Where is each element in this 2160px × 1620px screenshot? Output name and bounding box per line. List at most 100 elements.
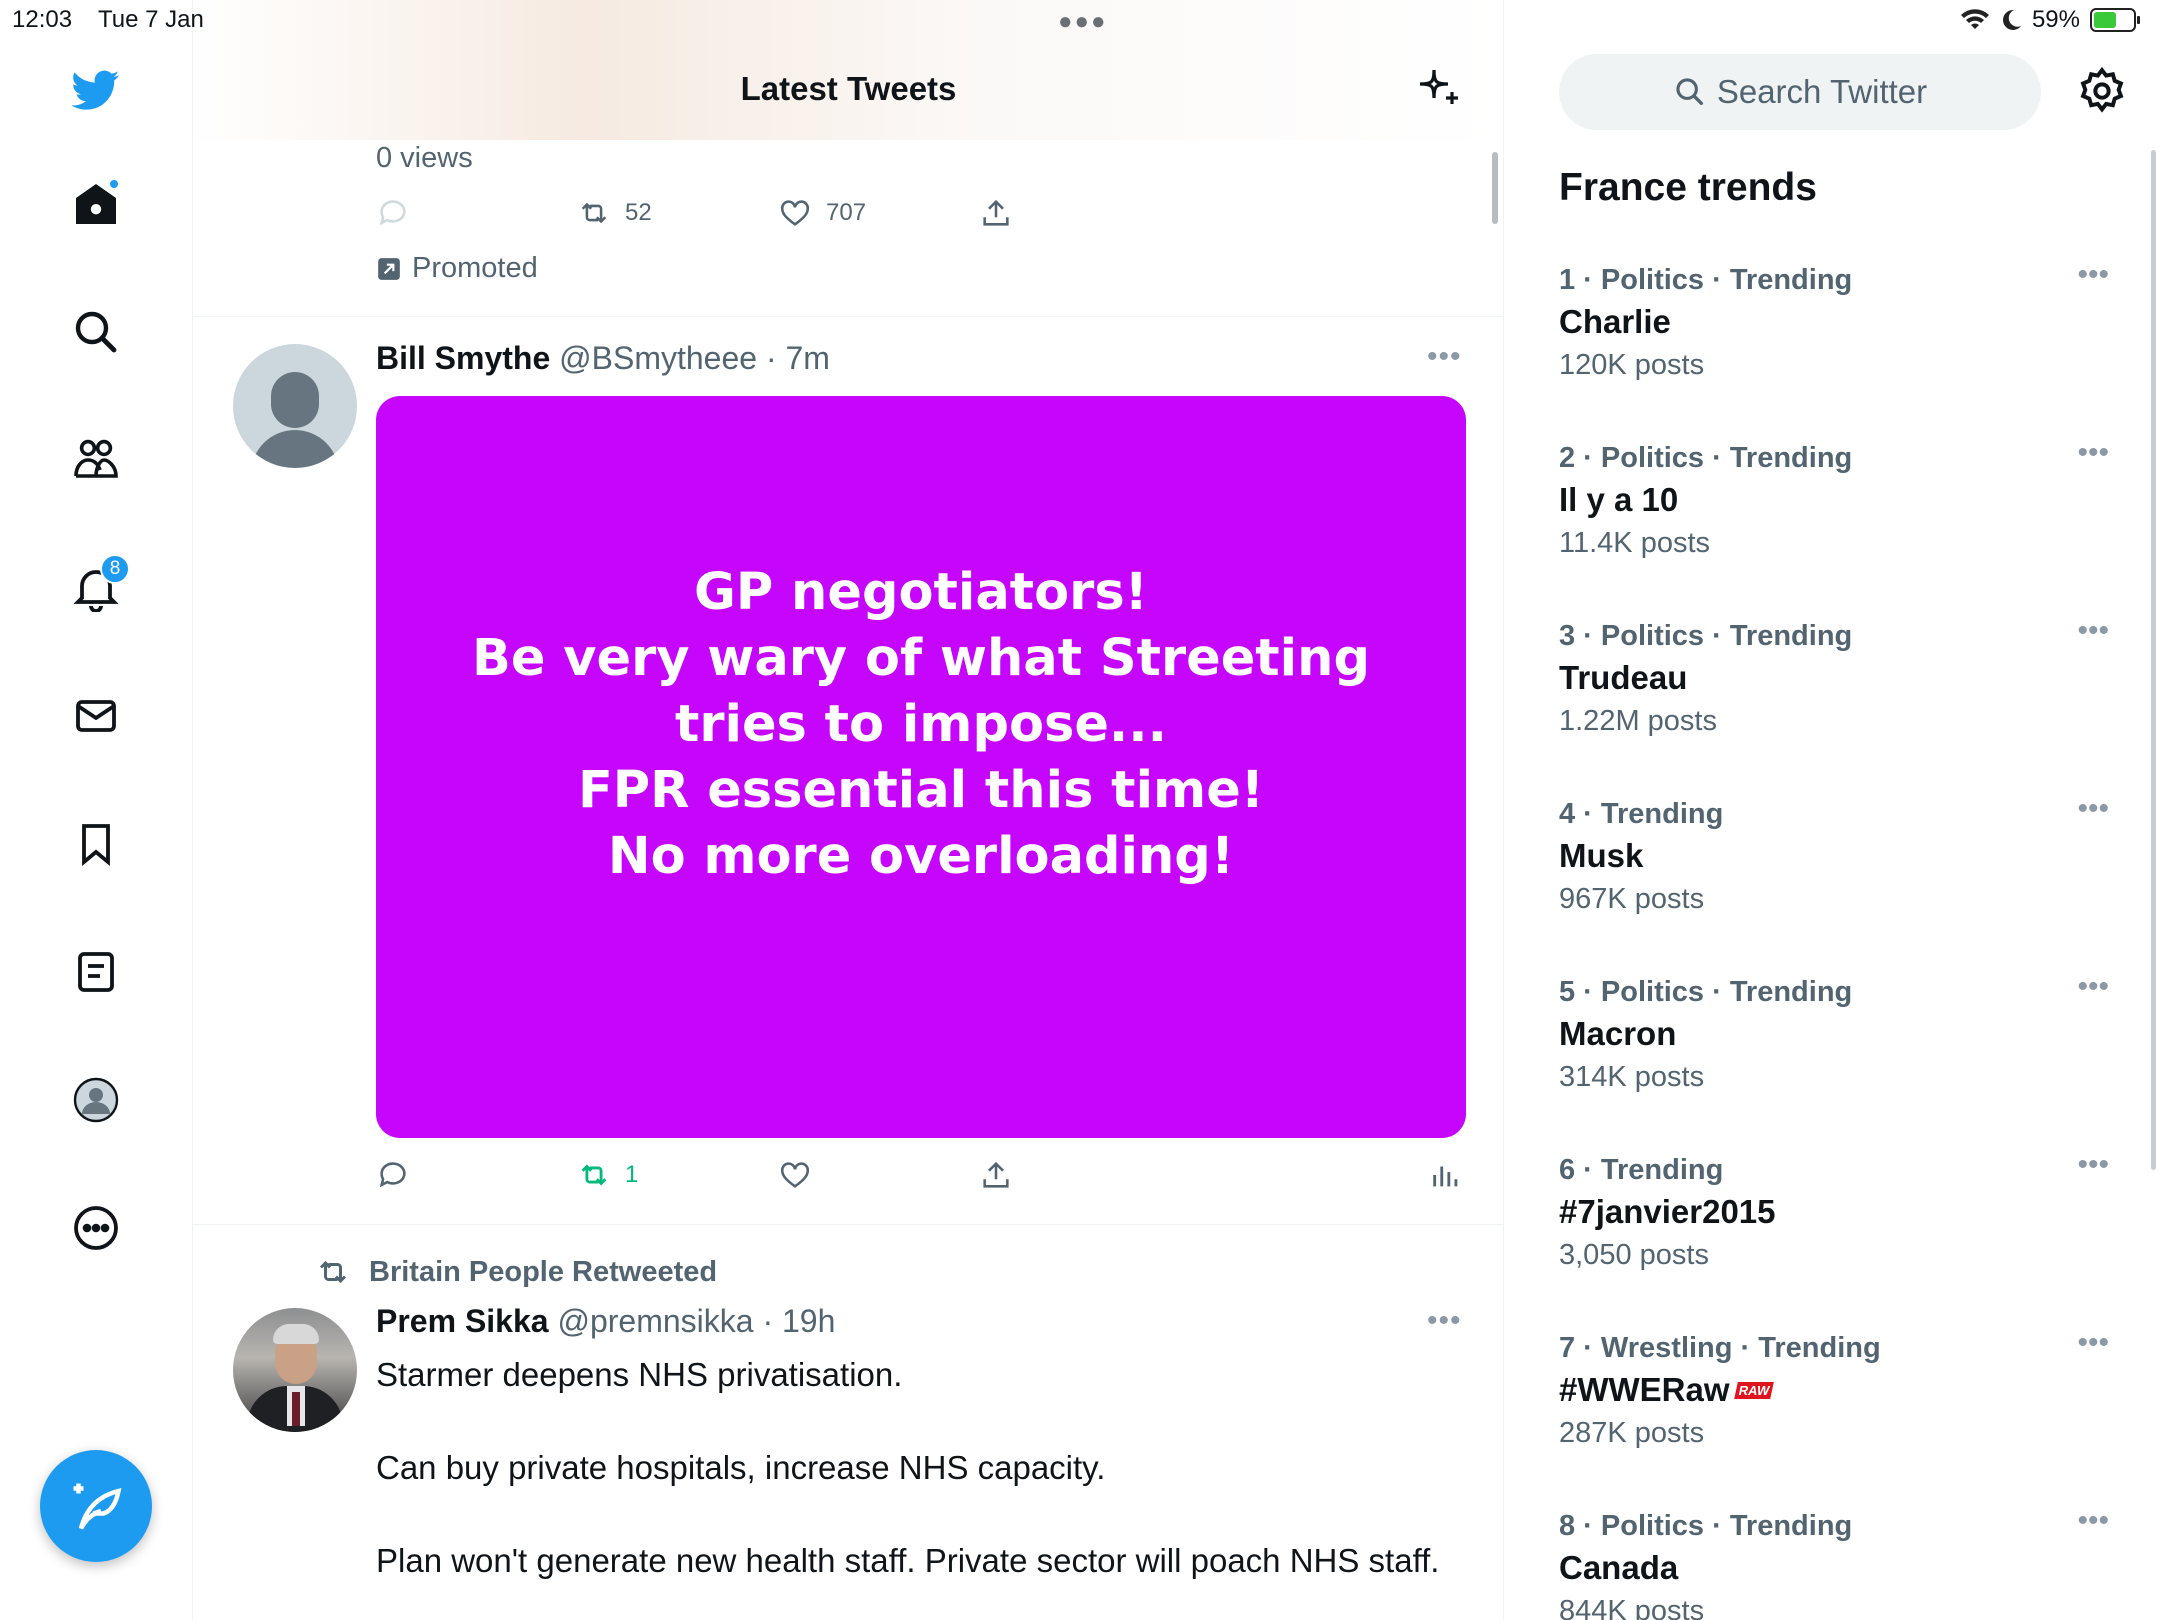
analytics-icon xyxy=(1433,1166,1458,1187)
author-name[interactable]: Prem Sikka xyxy=(376,1303,549,1339)
tweet-more-icon[interactable]: ••• xyxy=(1427,1304,1462,1338)
trend-item[interactable]: 8 · Politics · Trending Canada 844K post… xyxy=(1559,1504,2119,1620)
share-icon xyxy=(983,199,1009,226)
trend-posts: 844K posts xyxy=(1559,1595,1705,1620)
reply-button[interactable] xyxy=(376,196,410,230)
feather-plus-icon xyxy=(73,1483,122,1530)
trend-item[interactable]: 2 · Politics · Trending Il y a 10 11.4K … xyxy=(1559,436,2119,560)
trend-context: 7 · Wrestling · Trending xyxy=(1559,1332,1881,1364)
trend-name: Canada xyxy=(1559,1549,1679,1586)
search-input[interactable]: Search Twitter xyxy=(1559,54,2041,130)
trend-item[interactable]: 3 · Politics · Trending Trudeau 1.22M po… xyxy=(1559,614,2119,738)
wifi-icon xyxy=(1960,9,1989,30)
image-line: GP negotiators! xyxy=(694,563,1148,622)
tweet-time[interactable]: · 7m xyxy=(766,340,830,376)
raw-logo-icon: RAW xyxy=(1733,1381,1774,1399)
lists-icon[interactable] xyxy=(68,944,124,1000)
reply-button[interactable] xyxy=(376,1158,410,1192)
reply-icon xyxy=(379,1162,406,1188)
multitasking-dots-icon[interactable]: ●●● xyxy=(1058,8,1108,36)
trend-context: 3 · Politics · Trending xyxy=(1559,620,1853,652)
retweet-small-icon xyxy=(319,1260,347,1284)
communities-icon[interactable] xyxy=(68,432,124,488)
feed-scrollbar[interactable] xyxy=(1492,152,1498,224)
trend-posts: 11.4K posts xyxy=(1559,527,1711,559)
heart-icon xyxy=(780,1162,810,1188)
trend-more-icon[interactable]: ••• xyxy=(2077,970,2109,1004)
status-bar: 12:03 Tue 7 Jan ●●● 59% xyxy=(0,0,2160,40)
trend-more-icon[interactable]: ••• xyxy=(2077,1148,2109,1182)
avatar[interactable] xyxy=(233,1308,357,1432)
share-button[interactable] xyxy=(979,1158,1013,1192)
compose-tweet-button[interactable] xyxy=(40,1450,152,1562)
messages-icon[interactable] xyxy=(68,688,124,744)
search-nav-icon[interactable] xyxy=(68,304,124,360)
author-handle[interactable]: @premnsikka xyxy=(557,1303,753,1339)
home-unread-dot xyxy=(108,178,120,190)
more-icon[interactable] xyxy=(68,1200,124,1256)
tweet-more-icon[interactable]: ••• xyxy=(1427,340,1462,374)
tweet-time[interactable]: · 19h xyxy=(762,1303,835,1339)
trend-more-icon[interactable]: ••• xyxy=(2077,258,2109,292)
trend-more-icon[interactable]: ••• xyxy=(2077,792,2109,826)
trend-item[interactable]: 4 · Trending Musk 967K posts ••• xyxy=(1559,792,2119,916)
trend-posts: 967K posts xyxy=(1559,883,1705,915)
retweet-button[interactable]: 1 xyxy=(577,1158,638,1192)
trend-posts: 120K posts xyxy=(1559,349,1705,381)
battery-icon xyxy=(2090,8,2140,32)
sparkle-icon[interactable] xyxy=(1414,64,1462,112)
timeline-feed[interactable]: Latest Tweets 0 views 52 707 Promoted Bi… xyxy=(193,0,1504,1620)
sidebar-scrollbar[interactable] xyxy=(2151,150,2156,1170)
trend-context: 4 · Trending xyxy=(1559,798,1724,830)
trend-context: 6 · Trending xyxy=(1559,1154,1724,1186)
retweeted-by-label: Britain People Retweeted xyxy=(369,1255,718,1288)
trend-more-icon[interactable]: ••• xyxy=(2077,1504,2109,1538)
tweet-header: Prem Sikka @premnsikka · 19h xyxy=(376,1303,835,1340)
tweet-text: Starmer deepens NHS privatisation. Can b… xyxy=(376,1352,1456,1620)
views-count: 0 views xyxy=(376,142,473,174)
trend-name: Il y a 10 xyxy=(1559,481,1679,518)
search-placeholder: Search Twitter xyxy=(1716,73,1928,110)
retweeted-by[interactable]: Britain People Retweeted xyxy=(315,1254,717,1290)
battery-percent: 59% xyxy=(2031,6,2080,33)
trends-title: France trends xyxy=(1559,166,1817,209)
like-button[interactable]: 707 xyxy=(778,196,866,230)
trend-item[interactable]: 6 · Trending #7janvier2015 3,050 posts •… xyxy=(1559,1148,2119,1272)
avatar[interactable] xyxy=(233,344,357,468)
author-handle[interactable]: @BSmytheee xyxy=(559,340,757,376)
trend-more-icon[interactable]: ••• xyxy=(2077,614,2109,648)
share-button[interactable] xyxy=(979,196,1013,230)
retweet-icon xyxy=(581,202,607,224)
trend-posts: 1.22M posts xyxy=(1559,705,1717,737)
trend-posts: 287K posts xyxy=(1559,1417,1705,1449)
trend-context: 2 · Politics · Trending xyxy=(1559,442,1853,474)
twitter-logo-icon[interactable] xyxy=(68,62,124,118)
retweet-button[interactable]: 52 xyxy=(577,196,652,230)
trend-more-icon[interactable]: ••• xyxy=(2077,1326,2109,1360)
bookmarks-icon[interactable] xyxy=(68,816,124,872)
trend-name: Trudeau xyxy=(1559,659,1688,696)
analytics-button[interactable] xyxy=(1429,1158,1463,1192)
author-name[interactable]: Bill Smythe xyxy=(376,340,550,376)
gear-icon[interactable] xyxy=(2077,66,2127,116)
promoted-text: Promoted xyxy=(412,252,538,284)
trend-item[interactable]: 5 · Politics · Trending Macron 314K post… xyxy=(1559,970,2119,1094)
trend-context: 5 · Politics · Trending xyxy=(1559,976,1853,1008)
tweet-image-text: GP negotiators! Be very wary of what Str… xyxy=(472,560,1370,890)
profile-icon[interactable] xyxy=(68,1072,124,1128)
trend-more-icon[interactable]: ••• xyxy=(2077,436,2109,470)
trend-posts: 3,050 posts xyxy=(1559,1239,1709,1271)
trend-item[interactable]: 1 · Politics · Trending Charlie 120K pos… xyxy=(1559,258,2119,382)
retweet-count: 52 xyxy=(625,199,652,226)
tweet-paragraph: Plan won't generate new health staff. Pr… xyxy=(376,1542,1440,1579)
home-icon[interactable] xyxy=(68,176,124,232)
status-date: Tue 7 Jan xyxy=(98,6,204,33)
trend-posts: 314K posts xyxy=(1559,1061,1705,1093)
notifications-icon[interactable]: 8 xyxy=(68,554,130,616)
trend-context: 1 · Politics · Trending xyxy=(1559,264,1853,296)
like-button[interactable] xyxy=(778,1158,812,1192)
search-icon xyxy=(1676,78,1703,106)
trend-item[interactable]: 7 · Wrestling · Trending #WWERaw RAW 287… xyxy=(1559,1326,2119,1450)
tweet-divider xyxy=(193,316,1503,317)
tweet-image[interactable]: GP negotiators! Be very wary of what Str… xyxy=(376,396,1466,1138)
